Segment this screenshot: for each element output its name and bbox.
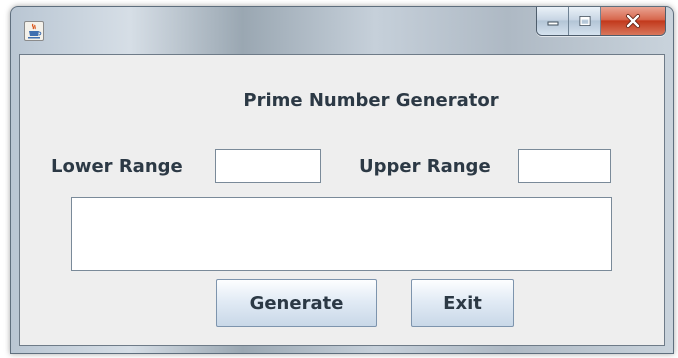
exit-button[interactable]: Exit xyxy=(411,279,514,327)
lower-range-label: Lower Range xyxy=(51,156,183,177)
close-icon xyxy=(626,14,640,28)
minimize-button[interactable] xyxy=(537,7,569,35)
upper-range-input[interactable] xyxy=(518,149,611,183)
generate-button[interactable]: Generate xyxy=(216,279,377,327)
title-bar[interactable] xyxy=(11,7,673,55)
maximize-icon xyxy=(579,16,590,26)
content-panel: Prime Number Generator Lower Range Upper… xyxy=(19,54,665,346)
lower-range-input[interactable] xyxy=(215,149,321,183)
app-window: Prime Number Generator Lower Range Upper… xyxy=(10,6,674,354)
upper-range-label: Upper Range xyxy=(359,156,491,177)
window-controls xyxy=(536,7,666,36)
minimize-icon xyxy=(547,21,558,26)
close-button[interactable] xyxy=(601,7,665,35)
maximize-button[interactable] xyxy=(569,7,601,35)
output-text-area[interactable] xyxy=(71,197,612,271)
java-cup-icon[interactable] xyxy=(24,21,44,41)
page-title: Prime Number Generator xyxy=(243,90,499,111)
